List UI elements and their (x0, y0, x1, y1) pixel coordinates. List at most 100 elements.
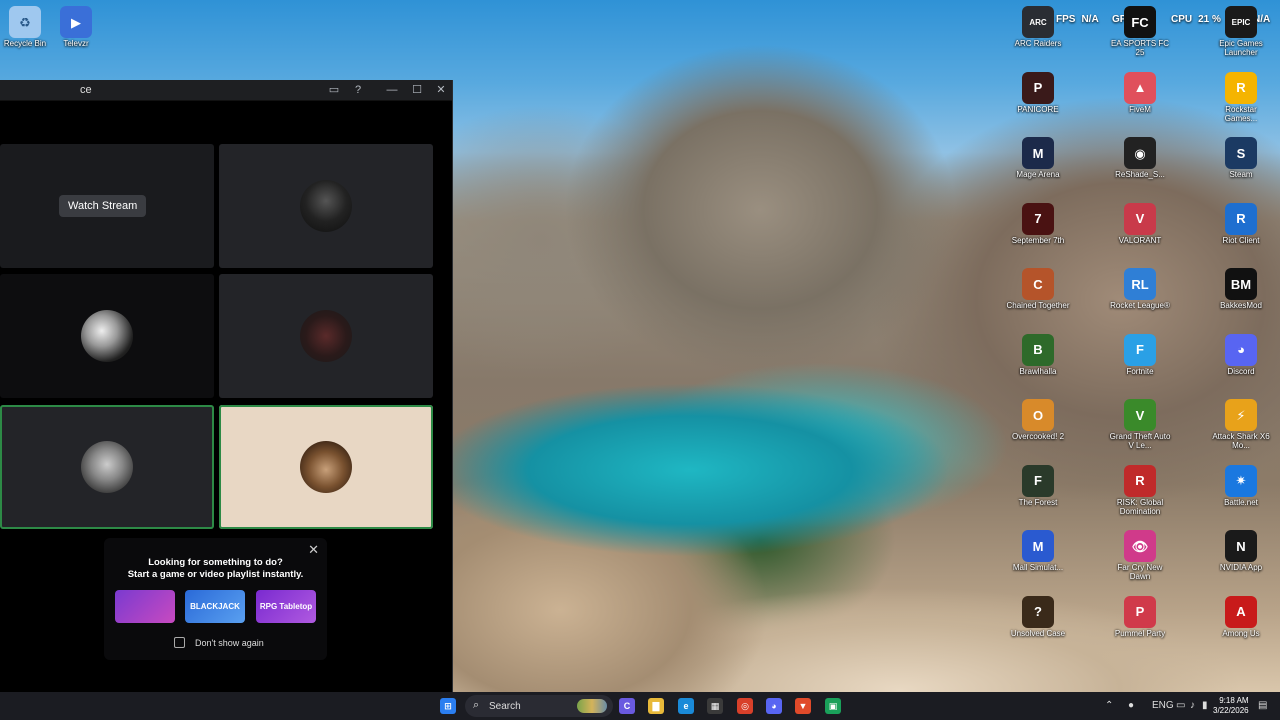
avatar (300, 180, 352, 232)
search-icon: ⌕ (473, 699, 480, 711)
desktop-icon-september[interactable]: 7 September 7th (1006, 202, 1070, 245)
app-icon[interactable]: ▣ (825, 698, 841, 714)
file-explorer-icon[interactable]: ▇ (648, 698, 664, 714)
desktop-icon-steam[interactable]: S Steam (1209, 137, 1273, 179)
store-icon[interactable]: ▦ (707, 698, 723, 714)
close-icon[interactable]: ✕ (308, 542, 319, 558)
desktop-icon-the-forest[interactable]: F The Forest (1006, 464, 1070, 507)
desktop-icon-attack-shark[interactable]: ⚡ Attack Shark X6 Mo... (1209, 399, 1273, 450)
desktop-icon-label: PANICORE (1017, 104, 1059, 114)
desktop-icon-unsolved-case[interactable]: ? Unsolved Case (1006, 595, 1070, 638)
discord-taskbar-icon[interactable]: ◕ (766, 698, 782, 714)
desktop-icon-far-cry[interactable]: 👁 Far Cry New Dawn (1108, 530, 1172, 581)
desktop-icon-panicore[interactable]: P PANICORE (1006, 71, 1070, 114)
valorant-icon: V (1124, 202, 1156, 235)
clock[interactable]: 9:18 AM 3/22/2026 (1213, 696, 1249, 716)
activity-card-blackjack[interactable]: BLACKJACK (185, 590, 245, 623)
desktop-icon-riot-client[interactable]: R Riot Client (1209, 202, 1273, 245)
stream-tile[interactable]: Watch Stream (0, 144, 214, 268)
desktop-icon-discord[interactable]: ◕ Discord (1209, 333, 1273, 376)
desktop-icon-battlenet[interactable]: ✷ Battle.net (1209, 464, 1273, 507)
desktop-icon-ea-fc[interactable]: FC EA SPORTS FC 25 (1108, 6, 1172, 57)
discord-window: ce ▭ ? — ☐ ✕ Watch Stream ✕ Looking for … (0, 80, 453, 704)
battery-icon[interactable]: ▮ (1202, 700, 1208, 711)
avatar (81, 441, 133, 493)
desktop-icon-arc-raiders[interactable]: ARC ARC Raiders (1006, 6, 1070, 48)
inbox-icon[interactable]: ▭ (326, 82, 342, 98)
desktop-icon-fivem[interactable]: ▲ FiveM (1108, 71, 1172, 114)
arc-raiders-icon: ARC (1022, 6, 1054, 38)
televzr-icon: ▶ (60, 6, 92, 38)
minimize-button[interactable]: — (384, 82, 400, 98)
microphone-icon[interactable]: ● (1128, 700, 1134, 711)
notification-icon[interactable]: ▤ (1258, 700, 1267, 711)
participant-tile[interactable] (219, 144, 433, 268)
participant-tile[interactable] (219, 274, 433, 398)
desktop-icon-label: Attack Shark X6 Mo... (1212, 432, 1270, 450)
desktop-icon-label: NVIDIA App (1219, 563, 1263, 572)
desktop-icon-chained-together[interactable]: C Chained Together (1006, 268, 1070, 310)
desktop-icon-label: Pummel Party (1114, 628, 1166, 638)
battlenet-icon: ✷ (1225, 464, 1257, 497)
desktop-icon-fortnite[interactable]: F Fortnite (1108, 333, 1172, 376)
mall-simulator-icon: M (1022, 530, 1054, 562)
maximize-button[interactable]: ☐ (409, 82, 425, 98)
desktop-icon-epic-games[interactable]: EPIC Epic Games Launcher (1209, 6, 1273, 57)
desktop-icon-brawlhalla[interactable]: B Brawlhalla (1006, 333, 1070, 376)
desktop-icon-among-us[interactable]: A Among Us (1209, 595, 1273, 638)
edge-icon[interactable]: e (678, 698, 694, 714)
brawlhalla-icon: B (1022, 333, 1054, 366)
cpu-label: CPU (1171, 14, 1193, 25)
help-icon[interactable]: ? (350, 82, 366, 98)
network-icon[interactable]: ▭ (1176, 700, 1185, 711)
desktop-icon-risk[interactable]: R RISK: Global Domination (1108, 464, 1172, 516)
desktop-icon-televzr[interactable]: ▶ Televzr (44, 6, 108, 48)
participant-tile[interactable] (0, 274, 214, 398)
close-button[interactable]: ✕ (433, 82, 449, 98)
promo-subheading: Start a game or video playlist instantly… (127, 569, 304, 580)
fps-value: N/A (1081, 14, 1099, 25)
avatar (300, 441, 352, 493)
desktop-icon-label: Televzr (63, 39, 89, 48)
desktop-icon-nvidia[interactable]: N NVIDIA App (1209, 530, 1273, 572)
desktop-icon-mall-simulator[interactable]: M Mall Simulat... (1006, 530, 1070, 572)
checkbox[interactable] (174, 637, 185, 648)
desktop-icon-label: Rocket League® (1110, 301, 1170, 310)
desktop-icon-bakkesmod[interactable]: BM BakkesMod (1209, 268, 1273, 310)
pummel-party-icon: P (1124, 595, 1156, 628)
chrome-icon[interactable]: ◎ (737, 698, 753, 714)
nvidia-icon: N (1225, 530, 1257, 562)
discord-icon: ◕ (1225, 333, 1257, 366)
participant-tile[interactable] (0, 405, 214, 529)
desktop-icon-rocket-league[interactable]: RL Rocket League® (1108, 268, 1172, 310)
clock-date: 3/22/2026 (1213, 706, 1249, 715)
overcooked-icon: O (1022, 399, 1054, 431)
dont-show-again-checkbox[interactable]: Don't show again (174, 637, 264, 648)
riot-client-icon: R (1225, 202, 1257, 235)
desktop-icon-rockstar[interactable]: R Rockstar Games... (1209, 71, 1273, 123)
desktop-icon-overcooked[interactable]: O Overcooked! 2 (1006, 399, 1070, 441)
language-indicator[interactable]: ENG (1152, 700, 1174, 711)
windows-start-icon[interactable]: ⊞ (440, 698, 456, 714)
september-icon: 7 (1022, 202, 1054, 235)
volume-icon[interactable]: ♪ (1190, 700, 1195, 711)
desktop-icon-label: EA SPORTS FC 25 (1110, 39, 1170, 57)
activity-card-rpg-tabletop[interactable]: RPG Tabletop (256, 590, 316, 623)
desktop-icon-label: Battle.net (1224, 497, 1258, 507)
brave-icon[interactable]: ▼ (795, 698, 811, 714)
desktop-icon-reshade[interactable]: ◉ ReShade_S... (1108, 137, 1172, 179)
desktop-icon-valorant[interactable]: V VALORANT (1108, 202, 1172, 245)
copilot-icon[interactable]: C (619, 698, 635, 714)
chevron-up-icon[interactable]: ⌃ (1105, 700, 1113, 711)
desktop-icon-pummel-party[interactable]: P Pummel Party (1108, 595, 1172, 638)
participant-tile[interactable] (219, 405, 433, 529)
taskbar-search[interactable]: ⌕ Search (465, 695, 613, 717)
bakkesmod-icon: BM (1225, 268, 1257, 300)
activity-card[interactable] (115, 590, 175, 623)
desktop-icon-label: RISK: Global Domination (1116, 497, 1164, 516)
desktop-icon-gta[interactable]: V Grand Theft Auto V Le... (1108, 399, 1172, 450)
desktop-icon-mage-arena[interactable]: M Mage Arena (1006, 137, 1070, 179)
watch-stream-button[interactable]: Watch Stream (59, 195, 147, 217)
desktop-icon-label: Riot Client (1222, 235, 1260, 245)
window-titlebar[interactable]: ce ▭ ? — ☐ ✕ (0, 80, 452, 101)
